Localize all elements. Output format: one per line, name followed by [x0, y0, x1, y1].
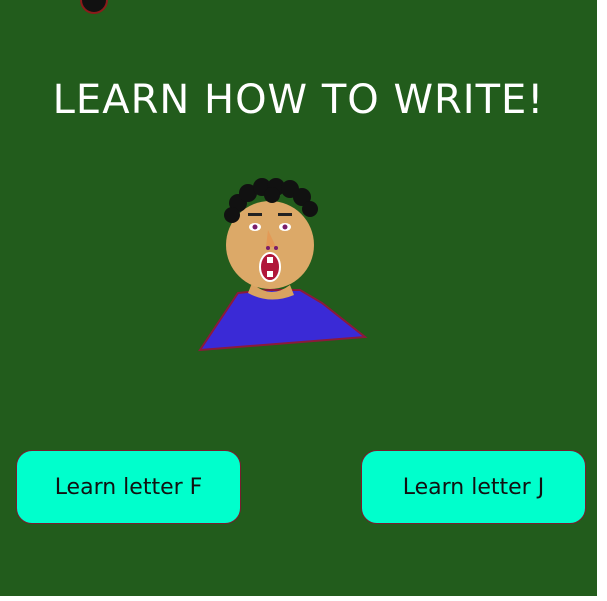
character-icon — [198, 178, 368, 352]
ball-icon — [80, 0, 108, 14]
learn-letter-f-button[interactable]: Learn letter F — [16, 450, 241, 524]
app-canvas: LEARN HOW TO WRITE! Learn letter F Learn… — [0, 0, 597, 596]
learn-letter-j-button[interactable]: Learn letter J — [361, 450, 586, 524]
learn-letter-j-label: Learn letter J — [402, 474, 545, 500]
learn-letter-f-label: Learn letter F — [54, 474, 203, 500]
page-title: LEARN HOW TO WRITE! — [52, 77, 545, 123]
